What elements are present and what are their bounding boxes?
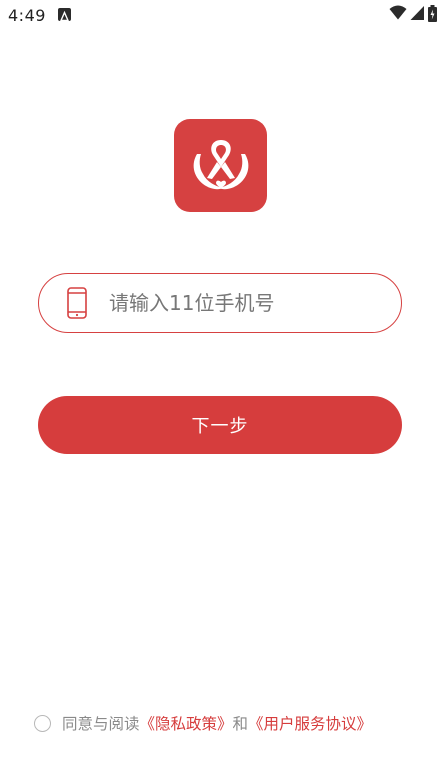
wifi-icon [389,5,407,25]
agreement-row: 同意与阅读 《隐私政策》 和 《用户服务协议》 [34,711,372,735]
agree-checkbox[interactable] [34,714,51,732]
next-button[interactable]: 下一步 [38,396,402,454]
notification-icon [58,8,71,22]
login-screen: 4:49 请输入11位手机号 下一步 同意与阅读 《隐私政策》 和 《用户服务协… [0,0,441,784]
status-bar: 4:49 [0,0,441,32]
phone-field[interactable] [38,273,402,333]
service-agreement-link[interactable]: 《用户服务协议》 [248,712,372,734]
signal-icon [410,5,425,25]
agreement-conjunction: 和 [232,715,249,733]
phone-input[interactable] [107,290,371,316]
privacy-policy-link[interactable]: 《隐私政策》 [140,712,233,734]
battery-icon [428,4,437,26]
mobile-phone-icon [67,287,89,319]
status-icons [389,4,437,26]
status-time: 4:49 [8,6,46,25]
ribbon-hands-logo [193,139,248,189]
app-logo [174,119,267,212]
agreement-prefix: 同意与阅读 [62,715,140,733]
